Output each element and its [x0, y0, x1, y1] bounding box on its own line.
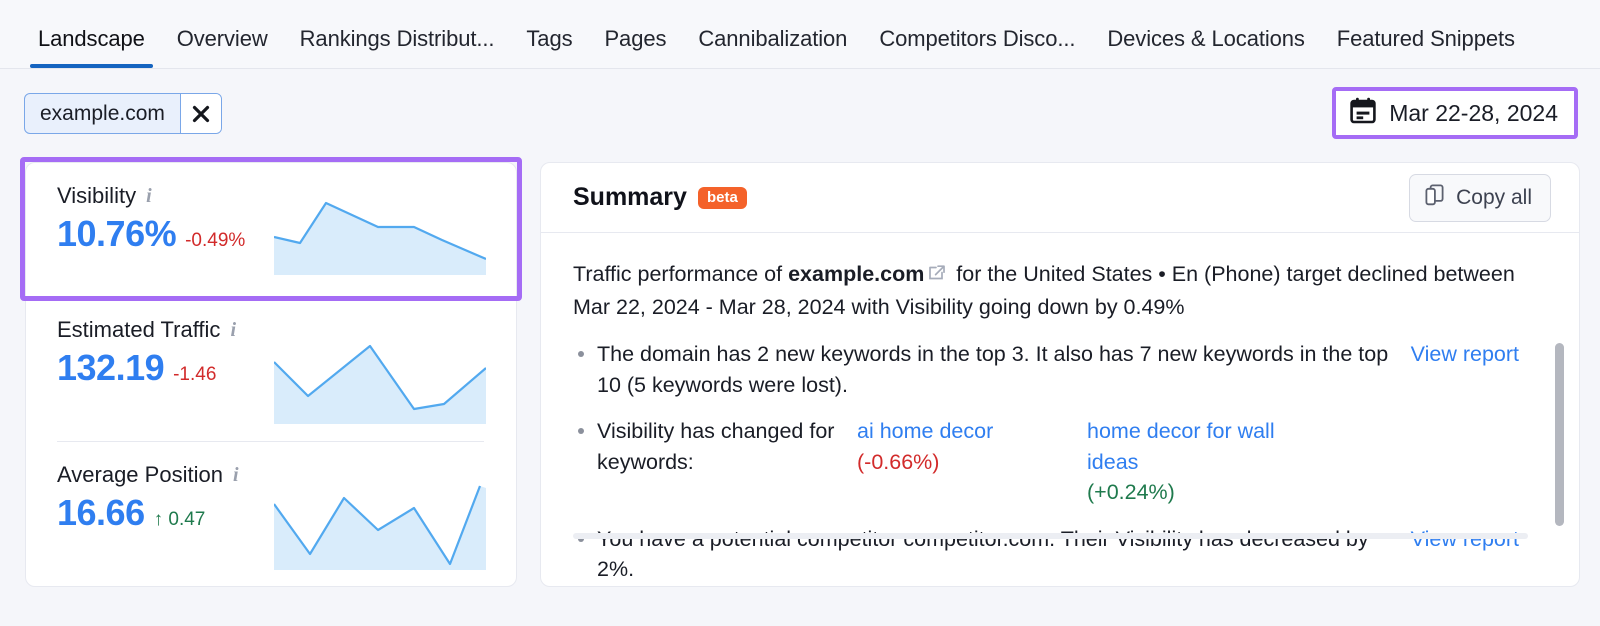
metrics-panel: Visibility i 10.76% -0.49% Estimated Tra… — [25, 162, 517, 587]
summary-header: Summary beta Copy all — [541, 163, 1579, 233]
close-icon[interactable] — [181, 94, 221, 133]
keyword-entry: ai home decor (-0.66%) — [857, 416, 1087, 508]
copy-icon — [1425, 184, 1446, 212]
tab-cannibalization[interactable]: Cannibalization — [682, 0, 863, 68]
tab-label: Tags — [526, 26, 572, 51]
metric-value: 16.66 — [57, 492, 145, 534]
info-icon[interactable]: i — [230, 320, 236, 340]
tab-overview[interactable]: Overview — [161, 0, 284, 68]
keyword-entry: home decor for wall ideas (+0.24%) — [1087, 416, 1317, 508]
summary-lead-paragraph: Traffic performance of example.com for t… — [573, 259, 1519, 322]
keyword-link[interactable]: ai home decor — [857, 416, 1087, 447]
external-link-icon[interactable] — [927, 261, 947, 292]
tab-rankings-distribution[interactable]: Rankings Distribut... — [284, 0, 511, 68]
tab-landscape[interactable]: Landscape — [22, 0, 161, 68]
sparkline-estimated-traffic — [274, 336, 486, 424]
summary-panel: Summary beta Copy all Traffic performanc… — [540, 162, 1580, 587]
tab-featured-snippets[interactable]: Featured Snippets — [1321, 0, 1531, 68]
copy-all-label: Copy all — [1456, 186, 1532, 210]
tab-label: Devices & Locations — [1107, 26, 1304, 51]
beta-badge: beta — [698, 187, 747, 209]
tab-competitors-discovery[interactable]: Competitors Disco... — [863, 0, 1091, 68]
summary-body: Traffic performance of example.com for t… — [541, 233, 1579, 587]
view-report-link[interactable]: View report — [1411, 339, 1519, 370]
keyword-delta: (-0.66%) — [857, 447, 1087, 478]
metric-title: Average Position — [57, 464, 223, 486]
metric-delta: -0.49% — [185, 230, 245, 252]
list-item: The domain has 2 new keywords in the top… — [573, 339, 1519, 400]
keyword-columns: ai home decor (-0.66%) home decor for wa… — [857, 416, 1317, 508]
sparkline-visibility — [274, 193, 486, 275]
summary-horizontal-scrollbar[interactable] — [573, 533, 1528, 539]
tab-label: Cannibalization — [698, 26, 847, 51]
filter-row: example.com M — [0, 69, 1600, 147]
tab-label: Landscape — [38, 26, 145, 51]
metric-delta: -1.46 — [173, 364, 216, 386]
summary-lead-part1: Traffic performance of — [573, 262, 788, 286]
info-icon[interactable]: i — [146, 186, 152, 206]
metric-value: 132.19 — [57, 347, 164, 389]
tab-label: Featured Snippets — [1337, 26, 1515, 51]
domain-chip-label: example.com — [25, 94, 181, 133]
summary-vertical-scrollbar[interactable] — [1555, 343, 1564, 526]
metric-title: Visibility — [57, 185, 136, 207]
metric-delta: ↑ 0.47 — [154, 509, 206, 531]
tab-tags[interactable]: Tags — [510, 0, 588, 68]
copy-all-button[interactable]: Copy all — [1409, 174, 1551, 222]
domain-filter-chip[interactable]: example.com — [24, 93, 222, 134]
summary-title: Summary — [573, 183, 687, 212]
tab-label: Overview — [177, 26, 268, 51]
bullet-text: Visibility has changed for keywords: — [597, 416, 857, 477]
sparkline-average-position — [274, 482, 486, 570]
bullet-text: The domain has 2 new keywords in the top… — [597, 339, 1403, 400]
date-range-text: Mar 22-28, 2024 — [1389, 100, 1558, 127]
list-item: Visibility has changed for keywords: ai … — [573, 416, 1519, 508]
keyword-link[interactable]: home decor for wall ideas — [1087, 416, 1317, 477]
metric-card-estimated-traffic[interactable]: Estimated Traffic i 132.19 -1.46 — [26, 297, 516, 442]
page-root: Landscape Overview Rankings Distribut...… — [0, 0, 1600, 626]
main-tab-bar: Landscape Overview Rankings Distribut...… — [0, 0, 1600, 69]
metric-card-visibility[interactable]: Visibility i 10.76% -0.49% — [26, 163, 516, 297]
date-range-picker[interactable]: Mar 22-28, 2024 — [1336, 91, 1574, 135]
keyword-delta: (+0.24%) — [1087, 477, 1317, 508]
summary-bullet-list: The domain has 2 new keywords in the top… — [573, 339, 1519, 585]
summary-title-group: Summary beta — [573, 183, 747, 212]
metric-title: Estimated Traffic — [57, 319, 220, 341]
summary-lead-domain: example.com — [788, 262, 924, 286]
metric-value: 10.76% — [57, 213, 176, 255]
info-icon[interactable]: i — [233, 465, 239, 485]
metric-card-average-position[interactable]: Average Position i 16.66 ↑ 0.47 — [26, 442, 516, 587]
tab-pages[interactable]: Pages — [588, 0, 682, 68]
calendar-icon — [1350, 97, 1376, 129]
tab-label: Competitors Disco... — [879, 26, 1075, 51]
tab-label: Pages — [604, 26, 666, 51]
tab-devices-and-locations[interactable]: Devices & Locations — [1091, 0, 1320, 68]
tab-label: Rankings Distribut... — [300, 26, 495, 51]
date-range-highlight: Mar 22-28, 2024 — [1332, 87, 1578, 139]
